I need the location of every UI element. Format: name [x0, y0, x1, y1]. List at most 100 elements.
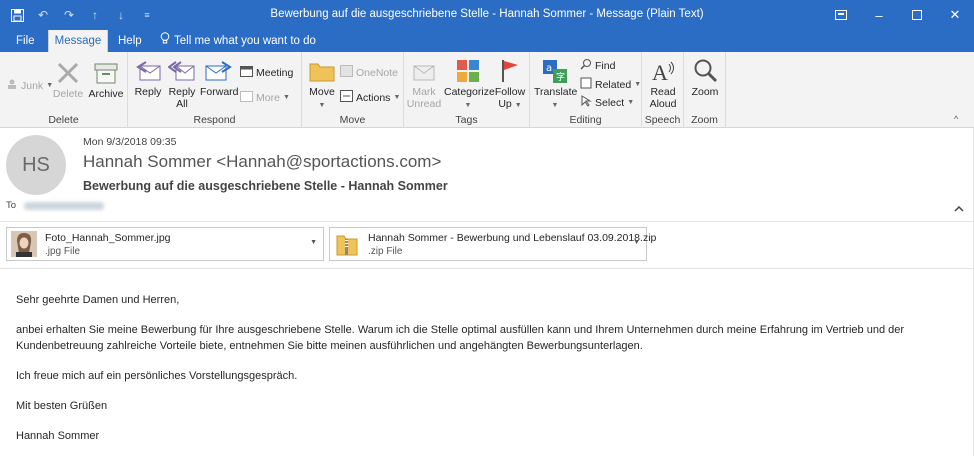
flag-icon	[502, 60, 518, 82]
attachment-type: .jpg File	[45, 246, 81, 257]
tell-me-label: Tell me what you want to do	[174, 35, 316, 47]
save-icon[interactable]	[10, 8, 24, 22]
attachment-jpg[interactable]: Foto_Hannah_Sommer.jpg .jpg File ▼	[6, 227, 324, 261]
onenote-button[interactable]: OneNote	[340, 65, 398, 80]
group-zoom: Zoom Zoom	[684, 52, 726, 128]
reply-button[interactable]: Reply	[132, 58, 164, 98]
delete-button[interactable]: Delete	[52, 60, 84, 100]
translate-button[interactable]: a字 Translate ▼	[534, 58, 577, 112]
zoom-button[interactable]: Zoom	[688, 58, 722, 98]
maximize-icon[interactable]	[898, 0, 936, 30]
meeting-icon	[240, 65, 253, 80]
cursor-icon	[580, 95, 592, 110]
find-icon	[580, 58, 592, 73]
zip-file-icon	[336, 232, 358, 256]
related-icon	[580, 77, 592, 92]
group-speech: A Read Aloud Speech	[642, 52, 684, 128]
actions-button[interactable]: Actions ▼	[340, 90, 400, 105]
group-label-move: Move	[339, 114, 366, 126]
body-greeting: Sehr geehrte Damen und Herren,	[16, 294, 180, 306]
archive-button[interactable]: Archive	[88, 60, 124, 100]
message-body: Sehr geehrte Damen und Herren, anbei erh…	[16, 292, 946, 456]
recipient-redacted	[24, 201, 105, 210]
down-arrow-icon[interactable]: ↓	[114, 8, 128, 22]
junk-button[interactable]: Junk ▼	[6, 78, 53, 93]
svg-text:a: a	[546, 63, 552, 74]
tab-message[interactable]: Message	[48, 30, 108, 52]
delete-x-icon	[57, 62, 79, 84]
tell-me-search[interactable]: Tell me what you want to do	[160, 30, 316, 52]
zoom-icon	[694, 59, 718, 83]
group-label-delete: Delete	[48, 114, 79, 126]
group-delete: Junk ▼ Delete Archive Delete	[0, 52, 128, 128]
reply-icon	[136, 61, 161, 81]
body-paragraph: Ich freue mich auf ein persönliches Vors…	[16, 370, 298, 382]
group-label-speech: Speech	[644, 114, 681, 126]
folder-icon	[309, 63, 335, 82]
to-label: To	[6, 200, 17, 211]
body-signature: Hannah Sommer	[16, 430, 100, 442]
follow-up-button[interactable]: Follow Up ▼	[494, 58, 526, 112]
attachment-zip[interactable]: Hannah Sommer - Bewerbung und Lebenslauf…	[329, 227, 656, 261]
group-label-zoom: Zoom	[691, 114, 718, 126]
to-line: To	[6, 200, 105, 211]
forward-button[interactable]: Forward	[200, 58, 239, 98]
attachment-name: Foto_Hannah_Sommer.jpg	[45, 232, 171, 244]
read-aloud-button[interactable]: A Read Aloud	[646, 58, 680, 110]
customize-icon[interactable]: ≡	[140, 8, 154, 22]
group-tags: Mark Unread Categorize ▼ Follow Up ▼ Tags	[404, 52, 530, 128]
restore-ribbon-icon[interactable]	[822, 0, 860, 30]
avatar: HS	[6, 135, 66, 195]
reply-all-icon	[168, 61, 195, 81]
group-editing: a字 Translate ▼ Find Related ▼ Select ▼ Edit…	[530, 52, 642, 128]
meeting-button[interactable]: Meeting	[240, 65, 293, 80]
tab-file[interactable]: File	[16, 30, 35, 52]
move-button[interactable]: Move ▼	[306, 58, 338, 112]
header-divider	[0, 221, 974, 222]
related-button[interactable]: Related ▼	[580, 77, 641, 92]
title-bar: ↶ ↷ ↑ ↓ ≡ Bewerbung auf die ausgeschrieb…	[0, 0, 974, 30]
group-move: Move ▼ OneNote Actions ▼ Move	[302, 52, 404, 128]
redo-icon[interactable]: ↷	[62, 8, 76, 22]
group-label-tags: Tags	[455, 114, 478, 126]
minimize-icon[interactable]: –	[860, 0, 898, 30]
up-arrow-icon[interactable]: ↑	[88, 8, 102, 22]
lightbulb-icon	[160, 30, 170, 52]
more-icon	[240, 90, 253, 105]
find-button[interactable]: Find	[580, 58, 615, 73]
junk-icon	[6, 78, 18, 93]
ribbon: Junk ▼ Delete Archive Delete Reply Reply A…	[0, 52, 974, 128]
tab-help[interactable]: Help	[118, 30, 142, 52]
collapse-header-icon[interactable]	[954, 203, 964, 215]
forward-icon	[205, 61, 232, 81]
categorize-button[interactable]: Categorize ▼	[444, 58, 495, 112]
collapse-ribbon-icon[interactable]: ^	[954, 114, 958, 124]
group-label-editing: Editing	[569, 114, 602, 126]
close-icon[interactable]: ✕	[936, 0, 974, 30]
attachment-name: Hannah Sommer - Bewerbung und Lebenslauf…	[368, 232, 657, 244]
photo-thumbnail-icon	[11, 231, 37, 257]
select-button[interactable]: Select ▼	[580, 95, 634, 110]
sender-name[interactable]: Hannah Sommer <Hannah@sportactions.com>	[83, 152, 441, 172]
body-closing: Mit besten Grüßen	[16, 400, 108, 412]
categorize-icon	[457, 60, 479, 82]
archive-icon	[94, 63, 118, 84]
more-button[interactable]: More ▼	[240, 90, 290, 105]
actions-icon	[340, 90, 353, 105]
message-subject: Bewerbung auf die ausgeschriebene Stelle…	[83, 179, 448, 193]
group-label-respond: Respond	[193, 114, 236, 126]
chevron-down-icon[interactable]: ▼	[633, 239, 640, 246]
mark-unread-button[interactable]: Mark Unread	[406, 58, 442, 110]
message-date: Mon 9/3/2018 09:35	[83, 136, 177, 148]
read-aloud-icon: A	[652, 60, 674, 84]
mark-unread-icon	[413, 65, 435, 81]
reply-all-button[interactable]: Reply All	[166, 58, 198, 110]
translate-icon: a字	[543, 60, 567, 83]
attachments-divider	[0, 268, 974, 269]
group-respond: Reply Reply All Forward Meeting More ▼ Res…	[128, 52, 302, 128]
svg-text:字: 字	[556, 71, 565, 83]
window-controls: – ✕	[822, 0, 974, 30]
attachment-type: .zip File	[368, 246, 403, 257]
undo-icon[interactable]: ↶	[36, 8, 50, 22]
chevron-down-icon[interactable]: ▼	[310, 239, 317, 246]
